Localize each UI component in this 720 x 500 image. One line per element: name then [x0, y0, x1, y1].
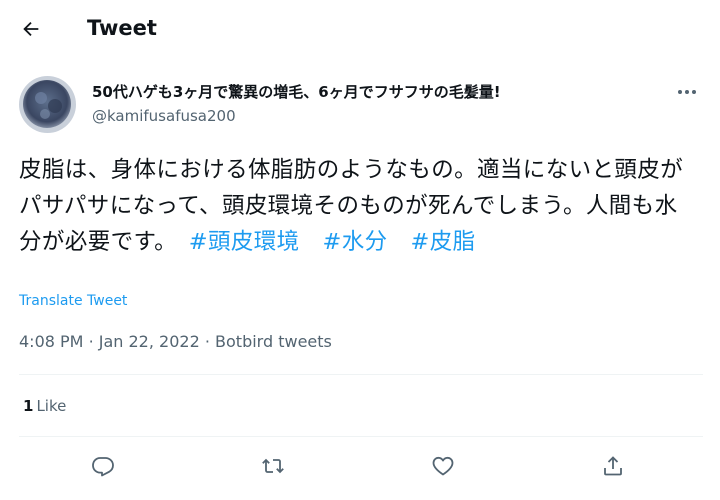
tweet-time[interactable]: 4:08 PM [19, 332, 83, 351]
share-icon [604, 456, 622, 476]
retweet-button[interactable] [257, 450, 289, 482]
reply-icon [92, 457, 114, 477]
translate-tweet-link[interactable]: Translate Tweet [19, 292, 127, 310]
reply-button[interactable] [87, 450, 119, 482]
tweet-date[interactable]: Jan 22, 2022 [99, 332, 200, 351]
likes-number: 1 [23, 397, 34, 415]
divider [19, 436, 703, 437]
avatar-image [19, 76, 76, 133]
top-bar: Tweet [0, 0, 720, 57]
divider [19, 374, 703, 375]
retweet-icon [262, 458, 284, 474]
author-handle[interactable]: @kamifusafusa200 [92, 106, 236, 126]
tweet-source[interactable]: Botbird tweets [215, 332, 332, 351]
meta-separator: · [88, 332, 94, 351]
likes-count[interactable]: 1 Like [23, 396, 66, 416]
hashtag-link[interactable]: #皮脂 [410, 229, 475, 255]
tweet-meta: 4:08 PM · Jan 22, 2022 · Botbird tweets [19, 332, 332, 352]
likes-label: Like [36, 397, 67, 415]
more-dots-icon [678, 90, 696, 94]
meta-separator: · [204, 332, 210, 351]
like-button[interactable] [427, 450, 459, 482]
hashtag-link[interactable]: #水分 [322, 229, 387, 255]
avatar[interactable] [19, 76, 76, 133]
more-button[interactable] [672, 80, 702, 104]
tweet-text: 皮脂は、身体における体脂肪のようなもの。適当にないと頭皮がパサパサになって、頭皮… [19, 152, 699, 260]
hashtag-link[interactable]: #頭皮環境 [189, 229, 300, 255]
share-button[interactable] [597, 450, 629, 482]
page-title: Tweet [87, 16, 157, 40]
author-name[interactable]: 50代ハゲも3ヶ月で驚異の増毛、6ヶ月でフサフサの毛髪量! [92, 82, 501, 102]
arrow-left-icon [23, 21, 39, 37]
heart-icon [432, 456, 454, 476]
back-button[interactable] [14, 12, 48, 46]
